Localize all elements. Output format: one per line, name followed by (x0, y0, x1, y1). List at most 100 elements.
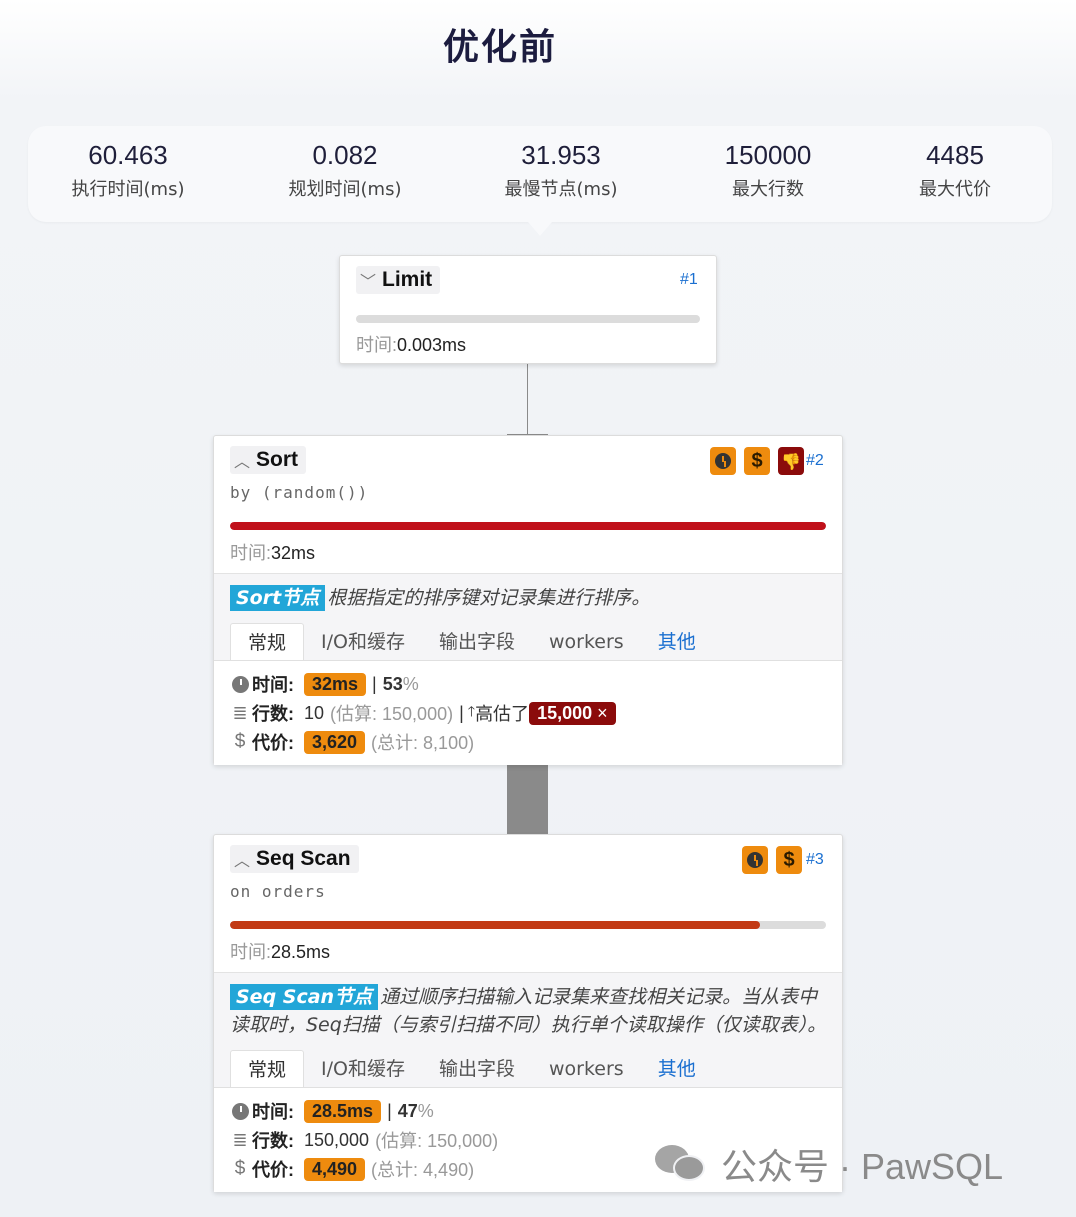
node-description-panel: Seq Scan节点 通过顺序扫描输入记录集来查找相关记录。当从表中读取时，Seq… (214, 972, 842, 1088)
detail-row-time: 时间: 32ms | 53% (230, 671, 419, 697)
thumbs-down-icon: 👎 (778, 447, 804, 475)
node-tabs: 常规 I/O和缓存 输出字段 workers 其他 (230, 623, 713, 661)
time-pill: 32ms (304, 672, 367, 696)
time-pill: 28.5ms (304, 1099, 382, 1123)
node-description-text: 根据指定的排序键对记录集进行排序。 (327, 587, 651, 609)
rows-estimate: (估算: 150,000) (375, 1131, 499, 1151)
stat-value: 31.953 (521, 140, 601, 170)
rows-value: 150,000 (304, 1129, 370, 1150)
node-title: Limit (382, 268, 433, 291)
tab-io-cache[interactable]: I/O和缓存 (304, 1050, 422, 1088)
stat-slowest-node: 31.953 最慢节点(ms) (461, 140, 661, 201)
plan-node-limit[interactable]: ﹀ Limit #1 时间:0.003ms (339, 255, 717, 364)
node-title: Seq Scan (256, 847, 351, 870)
node-time-bar (230, 522, 826, 530)
time-value: 0.003ms (397, 335, 467, 355)
node-time: 时间:28.5ms (230, 938, 330, 964)
cost-total: (总计: 8,100) (371, 733, 475, 753)
node-title-toggle[interactable]: ︿ Seq Scan (230, 845, 359, 873)
rows-value: 10 (304, 702, 325, 723)
overestimate-label: 高估了 (475, 704, 530, 724)
dollar-icon: $ (744, 447, 770, 475)
list-icon: ≣ (232, 1129, 248, 1150)
chevron-up-icon: ︿ (234, 853, 251, 870)
row-label: 代价: (252, 1160, 294, 1180)
close-icon: × (597, 702, 608, 723)
node-time-bar-fill (230, 921, 761, 929)
percent-unit: % (402, 673, 419, 694)
separator: | (459, 702, 464, 723)
stat-value: 150000 (724, 140, 812, 170)
stat-label: 执行时间(ms) (71, 179, 185, 200)
wechat-logo-icon (655, 1143, 707, 1185)
time-key: 时间: (230, 942, 272, 962)
clock-icon (742, 846, 768, 874)
time-percent: 47 (397, 1100, 418, 1121)
row-label: 时间: (252, 675, 294, 695)
clock-icon (230, 675, 250, 693)
node-time-bar-fill (230, 522, 826, 530)
detail-row-cost: $ 代价: 4,490 (总计: 4,490) (230, 1156, 474, 1182)
chevron-down-icon: ﹀ (360, 274, 377, 291)
row-label: 行数: (252, 1131, 294, 1151)
plan-node-sort[interactable]: ︿ Sort $ 👎 #2 by (random()) 时间:32ms Sort… (213, 435, 843, 765)
tab-workers[interactable]: workers (532, 623, 641, 661)
node-badges: $ (742, 846, 802, 874)
tab-other[interactable]: 其他 (641, 1050, 713, 1088)
node-title-toggle[interactable]: ︿ Sort (230, 446, 307, 474)
tab-io-cache[interactable]: I/O和缓存 (304, 623, 422, 661)
tab-output-fields[interactable]: 输出字段 (422, 623, 532, 661)
cost-total: (总计: 4,490) (371, 1160, 475, 1180)
node-badges: $ 👎 (710, 447, 804, 475)
node-subtitle: on orders (230, 882, 326, 901)
tab-general[interactable]: 常规 (230, 1050, 305, 1088)
node-detail-general: 时间: 32ms | 53% ≣ 行数: 10 (估算: 150,000) | … (214, 660, 842, 765)
row-label: 行数: (252, 704, 294, 724)
chevron-up-icon: ︿ (234, 454, 251, 471)
separator: | (387, 1100, 392, 1121)
detail-row-time: 时间: 28.5ms | 47% (230, 1098, 434, 1124)
stat-planning-time: 0.082 规划时间(ms) (245, 140, 445, 201)
node-id-link[interactable]: #3 (806, 851, 824, 869)
node-type-tag: Sort节点 (230, 585, 326, 611)
cost-pill: 3,620 (304, 730, 366, 754)
node-description-panel: Sort节点 根据指定的排序键对记录集进行排序。 常规 I/O和缓存 输出字段 w… (214, 573, 842, 661)
node-id-link[interactable]: #1 (680, 271, 698, 289)
row-label: 时间: (252, 1102, 294, 1122)
node-time-bar (230, 921, 826, 929)
separator: | (372, 673, 377, 694)
rows-estimate: (估算: 150,000) (330, 704, 454, 724)
stat-max-rows: 150000 最大行数 (668, 140, 868, 201)
cost-pill: 4,490 (304, 1157, 366, 1181)
time-value: 32ms (271, 543, 316, 563)
tab-output-fields[interactable]: 输出字段 (422, 1050, 532, 1088)
tab-workers[interactable]: workers (532, 1050, 641, 1088)
overestimate-pill: 15,000 × (529, 701, 616, 725)
time-percent: 53 (382, 673, 403, 694)
tab-other[interactable]: 其他 (641, 623, 713, 661)
stats-summary-bar: 60.463 执行时间(ms) 0.082 规划时间(ms) 31.953 最慢… (28, 126, 1052, 222)
node-description: Sort节点 根据指定的排序键对记录集进行排序。 (230, 584, 828, 612)
tab-general[interactable]: 常规 (230, 623, 305, 661)
stat-value: 4485 (926, 140, 984, 170)
node-time: 时间:32ms (230, 539, 315, 565)
node-subtitle: by (random()) (230, 483, 369, 502)
stat-label: 最大行数 (732, 179, 804, 200)
time-key: 时间: (356, 335, 398, 355)
list-icon: ≣ (232, 702, 248, 723)
stat-execution-time: 60.463 执行时间(ms) (28, 140, 228, 201)
stat-label: 规划时间(ms) (288, 179, 402, 200)
dollar-icon: $ (234, 1158, 246, 1179)
connector-sort-seqscan (507, 764, 548, 834)
stat-value: 0.082 (312, 140, 378, 170)
node-tabs: 常规 I/O和缓存 输出字段 workers 其他 (230, 1050, 713, 1088)
watermark: 公众号 · PawSQL (655, 1138, 1003, 1190)
node-id-link[interactable]: #2 (806, 452, 824, 470)
node-type-tag: Seq Scan节点 (230, 984, 379, 1010)
node-title-toggle[interactable]: ﹀ Limit (356, 266, 441, 294)
time-key: 时间: (230, 543, 272, 563)
connector-limit-sort (527, 364, 528, 435)
node-time-bar (356, 315, 700, 323)
stat-label: 最大代价 (919, 179, 991, 200)
detail-row-cost: $ 代价: 3,620 (总计: 8,100) (230, 729, 474, 755)
